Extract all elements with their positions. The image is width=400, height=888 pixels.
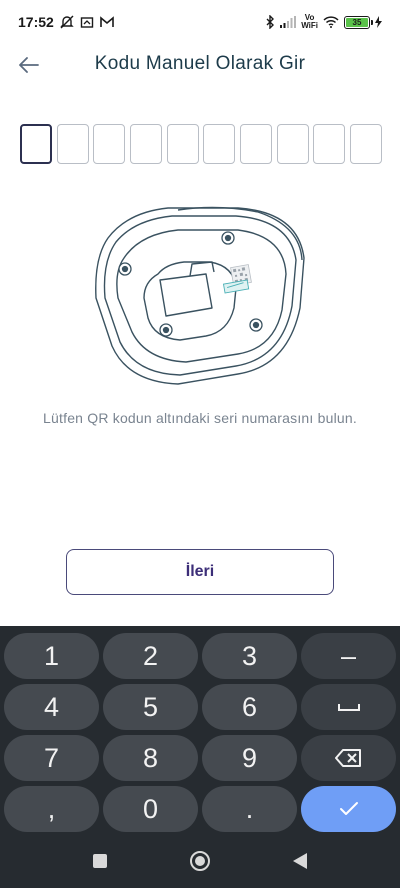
code-box[interactable] xyxy=(129,124,162,164)
key-8[interactable]: 8 xyxy=(103,735,198,781)
key-1[interactable]: 1 xyxy=(4,633,99,679)
space-icon xyxy=(337,704,360,711)
triangle-back-icon xyxy=(293,853,307,869)
back-nav-button[interactable] xyxy=(289,850,311,872)
home-button[interactable] xyxy=(189,850,211,872)
key-5[interactable]: 5 xyxy=(103,684,198,730)
vowifi-indicator: Vo WiFi xyxy=(301,14,318,30)
backspace-icon xyxy=(334,749,361,767)
key-minus[interactable]: – xyxy=(301,633,396,679)
device-underside-drawing xyxy=(95,206,305,385)
page-title: Kodu Manuel Olarak Gir xyxy=(94,53,306,74)
battery-icon: 35 xyxy=(344,15,373,29)
next-button-label: İleri xyxy=(185,563,215,580)
key-6[interactable]: 6 xyxy=(202,684,297,730)
recents-button[interactable] xyxy=(89,850,111,872)
device-illustration xyxy=(88,198,312,388)
vowifi-line2: WiFi xyxy=(301,21,318,30)
arrow-left-icon xyxy=(19,57,39,73)
system-nav-bar xyxy=(0,834,400,888)
status-left: 17:52 xyxy=(18,14,114,30)
wifi-icon xyxy=(323,16,339,28)
network-sync-icon xyxy=(80,15,94,29)
key-period[interactable]: . xyxy=(202,786,297,832)
check-icon xyxy=(339,802,358,815)
key-space[interactable] xyxy=(301,684,396,730)
code-box[interactable] xyxy=(239,124,272,164)
status-right: Vo WiFi 35 xyxy=(265,14,382,30)
code-box[interactable] xyxy=(276,124,309,164)
code-box[interactable] xyxy=(349,124,382,164)
code-box[interactable] xyxy=(203,124,236,164)
code-box[interactable] xyxy=(93,124,126,164)
code-box[interactable] xyxy=(56,124,89,164)
key-4[interactable]: 4 xyxy=(4,684,99,730)
key-2[interactable]: 2 xyxy=(103,633,198,679)
gmail-icon xyxy=(100,16,114,28)
key-0[interactable]: 0 xyxy=(103,786,198,832)
key-comma[interactable]: , xyxy=(4,786,99,832)
key-backspace[interactable] xyxy=(301,735,396,781)
code-box[interactable] xyxy=(20,124,52,164)
key-done[interactable] xyxy=(301,786,396,832)
back-button[interactable] xyxy=(16,52,42,78)
key-9[interactable]: 9 xyxy=(202,735,297,781)
next-button[interactable]: İleri xyxy=(66,549,334,595)
hint-text: Lütfen QR kodun altındaki seri numarasın… xyxy=(43,410,357,426)
key-7[interactable]: 7 xyxy=(4,735,99,781)
header: Kodu Manuel Olarak Gir xyxy=(0,44,400,84)
battery-level: 35 xyxy=(346,17,368,27)
clock: 17:52 xyxy=(18,14,54,30)
silent-icon xyxy=(60,15,74,29)
code-box[interactable] xyxy=(166,124,199,164)
charging-icon xyxy=(375,16,382,28)
signal-icon xyxy=(280,16,297,28)
bluetooth-icon xyxy=(265,15,275,29)
circle-icon xyxy=(190,851,210,871)
numeric-keyboard: 1 2 3 – 4 5 6 7 8 9 , 0 . xyxy=(0,626,400,888)
code-input-row xyxy=(20,124,382,164)
key-grid: 1 2 3 – 4 5 6 7 8 9 , 0 . xyxy=(4,633,396,832)
square-icon xyxy=(93,854,107,868)
code-box[interactable] xyxy=(313,124,346,164)
status-bar: 17:52 Vo WiFi 35 xyxy=(0,0,400,44)
key-3[interactable]: 3 xyxy=(202,633,297,679)
